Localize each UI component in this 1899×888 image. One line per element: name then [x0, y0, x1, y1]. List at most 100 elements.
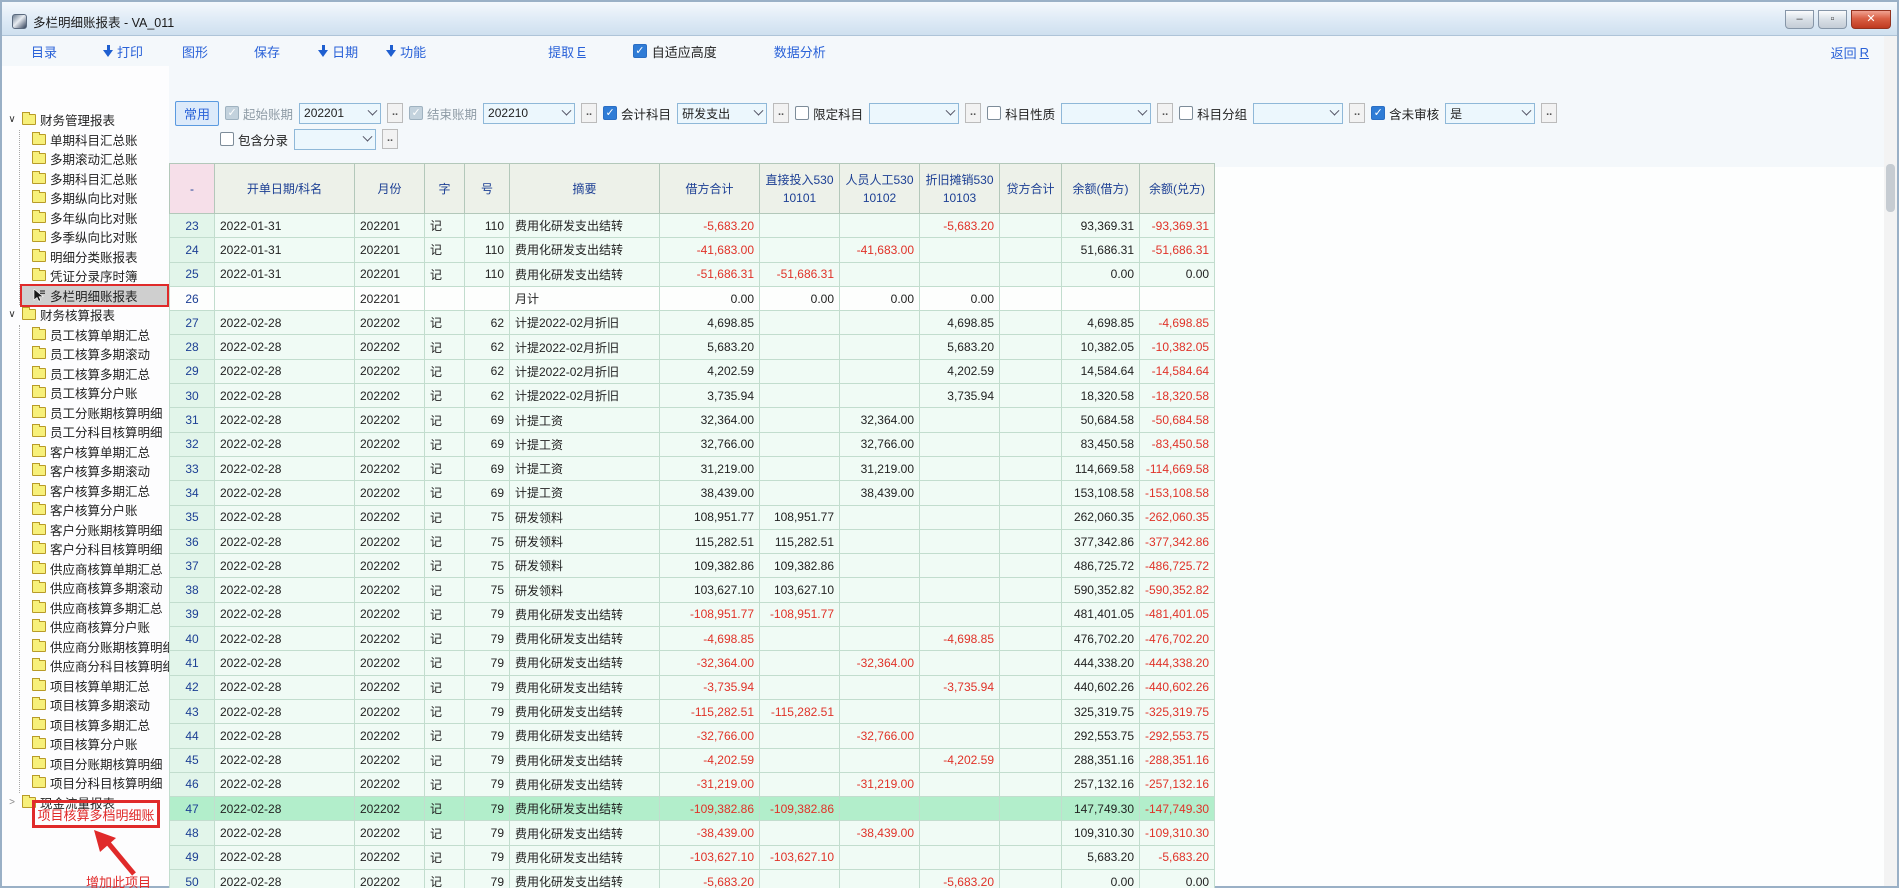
table-row[interactable]: 272022-02-28202202记62计提2022-02月折旧4,698.8…	[170, 311, 1215, 335]
table-row[interactable]: 282022-02-28202202记62计提2022-02月折旧5,683.2…	[170, 335, 1215, 359]
cell[interactable]: 计提2022-02月折旧	[510, 359, 660, 383]
cell[interactable]: 202202	[355, 821, 425, 845]
cell[interactable]: 44	[170, 724, 215, 748]
cell[interactable]: 202201	[355, 214, 425, 238]
cell[interactable]	[760, 311, 840, 335]
cell[interactable]: 51,686.31	[1062, 238, 1140, 262]
browse-dots-button[interactable]: ..	[965, 103, 981, 123]
tree-item-多期纵向比对账[interactable]: 多期纵向比对账	[22, 188, 167, 208]
cell[interactable]	[840, 699, 920, 723]
cell[interactable]: 69	[465, 481, 510, 505]
cell[interactable]: 2022-02-28	[215, 432, 355, 456]
cell[interactable]: 109,382.86	[760, 554, 840, 578]
table-row[interactable]: 292022-02-28202202记62计提2022-02月折旧4,202.5…	[170, 359, 1215, 383]
cell[interactable]: 记	[425, 699, 465, 723]
filter-check-科目分组[interactable]: 科目分组	[1179, 104, 1247, 123]
cell[interactable]	[840, 602, 920, 626]
cell[interactable]: 费用化研发支出结转	[510, 797, 660, 821]
cell[interactable]: 202201	[355, 238, 425, 262]
cell[interactable]: 2022-02-28	[215, 651, 355, 675]
cell[interactable]: 40	[170, 627, 215, 651]
cell[interactable]: -257,132.16	[1140, 772, 1215, 796]
tree-item-多栏明细账报表[interactable]: 多栏明细账报表	[22, 286, 167, 306]
cell[interactable]: 4,698.85	[920, 311, 1000, 335]
filter-check-包含分录[interactable]: 包含分录	[220, 130, 288, 149]
cell[interactable]: 257,132.16	[1062, 772, 1140, 796]
cell[interactable]: 440,602.26	[1062, 675, 1140, 699]
cell[interactable]	[760, 432, 840, 456]
cell[interactable]: 30	[170, 384, 215, 408]
cell[interactable]: 2022-02-28	[215, 870, 355, 888]
cell[interactable]: -32,766.00	[660, 724, 760, 748]
cell[interactable]: 202202	[355, 359, 425, 383]
cell[interactable]: -3,735.94	[660, 675, 760, 699]
cell[interactable]: 2022-02-28	[215, 724, 355, 748]
filter-combobox[interactable]: 202201	[299, 103, 381, 124]
cell[interactable]: -115,282.51	[760, 699, 840, 723]
cell[interactable]: 262,060.35	[1062, 505, 1140, 529]
tree-item-客户分科目核算明细[interactable]: 客户分科目核算明细	[22, 539, 167, 559]
cell[interactable]: 记	[425, 675, 465, 699]
cell[interactable]: -4,698.85	[1140, 311, 1215, 335]
cell[interactable]: -51,686.31	[660, 262, 760, 286]
cell[interactable]: 42	[170, 675, 215, 699]
cell[interactable]	[425, 286, 465, 310]
cell[interactable]: -444,338.20	[1140, 651, 1215, 675]
cell[interactable]: 103,627.10	[660, 578, 760, 602]
cell[interactable]: 2022-01-31	[215, 238, 355, 262]
tree-item-供应商核算分户账[interactable]: 供应商核算分户账	[22, 617, 167, 637]
cell[interactable]: 108,951.77	[660, 505, 760, 529]
cell[interactable]	[1000, 870, 1062, 888]
cell[interactable]	[1000, 408, 1062, 432]
cell[interactable]: 75	[465, 505, 510, 529]
cell[interactable]: -41,683.00	[840, 238, 920, 262]
toolbar-link-9[interactable]: 数据分析	[774, 42, 826, 61]
cell[interactable]: 0.00	[1140, 870, 1215, 888]
cell[interactable]: -486,725.72	[1140, 554, 1215, 578]
cell[interactable]: 109,310.30	[1062, 821, 1140, 845]
cell[interactable]: 202201	[355, 286, 425, 310]
browse-dots-button[interactable]: ..	[1349, 103, 1365, 123]
cell[interactable]: -476,702.20	[1140, 627, 1215, 651]
cell[interactable]: 2022-02-28	[215, 627, 355, 651]
cell[interactable]	[760, 481, 840, 505]
cell[interactable]	[920, 797, 1000, 821]
browse-dots-button[interactable]: ..	[1157, 103, 1173, 123]
cell[interactable]	[840, 505, 920, 529]
filter-check-含未审核[interactable]: 含未审核	[1371, 104, 1439, 123]
cell[interactable]	[840, 748, 920, 772]
cell[interactable]: 2022-01-31	[215, 262, 355, 286]
browse-dots-button[interactable]: ..	[382, 129, 398, 149]
cell[interactable]: -440,602.26	[1140, 675, 1215, 699]
cell[interactable]: 记	[425, 797, 465, 821]
cell[interactable]: 109,382.86	[660, 554, 760, 578]
cell[interactable]	[840, 627, 920, 651]
browse-dots-button[interactable]: ..	[387, 103, 403, 123]
minimize-button[interactable]: –	[1785, 10, 1814, 29]
cell[interactable]: -292,553.75	[1140, 724, 1215, 748]
cell[interactable]	[920, 724, 1000, 748]
cell[interactable]: 费用化研发支出结转	[510, 724, 660, 748]
cell[interactable]	[1000, 335, 1062, 359]
cell[interactable]: -50,684.58	[1140, 408, 1215, 432]
tree-item-客户核算单期汇总[interactable]: 客户核算单期汇总	[22, 442, 167, 462]
cell[interactable]: 83,450.58	[1062, 432, 1140, 456]
cell[interactable]: 5,683.20	[1062, 845, 1140, 869]
cell[interactable]: 32	[170, 432, 215, 456]
cell[interactable]: 计提2022-02月折旧	[510, 335, 660, 359]
tree-item-员工分科目核算明细[interactable]: 员工分科目核算明细	[22, 422, 167, 442]
cell[interactable]: 记	[425, 724, 465, 748]
cell[interactable]	[1000, 529, 1062, 553]
cell[interactable]: -32,364.00	[840, 651, 920, 675]
table-row[interactable]: 402022-02-28202202记79费用化研发支出结转-4,698.85-…	[170, 627, 1215, 651]
cell[interactable]	[760, 724, 840, 748]
cell[interactable]: -288,351.16	[1140, 748, 1215, 772]
cell[interactable]: 0.00	[760, 286, 840, 310]
table-row[interactable]: 252022-01-31202201记110费用化研发支出结转-51,686.3…	[170, 262, 1215, 286]
cell[interactable]: 23	[170, 214, 215, 238]
table-row[interactable]: 362022-02-28202202记75研发领料115,282.51115,2…	[170, 529, 1215, 553]
browse-dots-button[interactable]: ..	[773, 103, 789, 123]
cell[interactable]: 研发领料	[510, 529, 660, 553]
cell[interactable]	[840, 214, 920, 238]
cell[interactable]	[1000, 481, 1062, 505]
